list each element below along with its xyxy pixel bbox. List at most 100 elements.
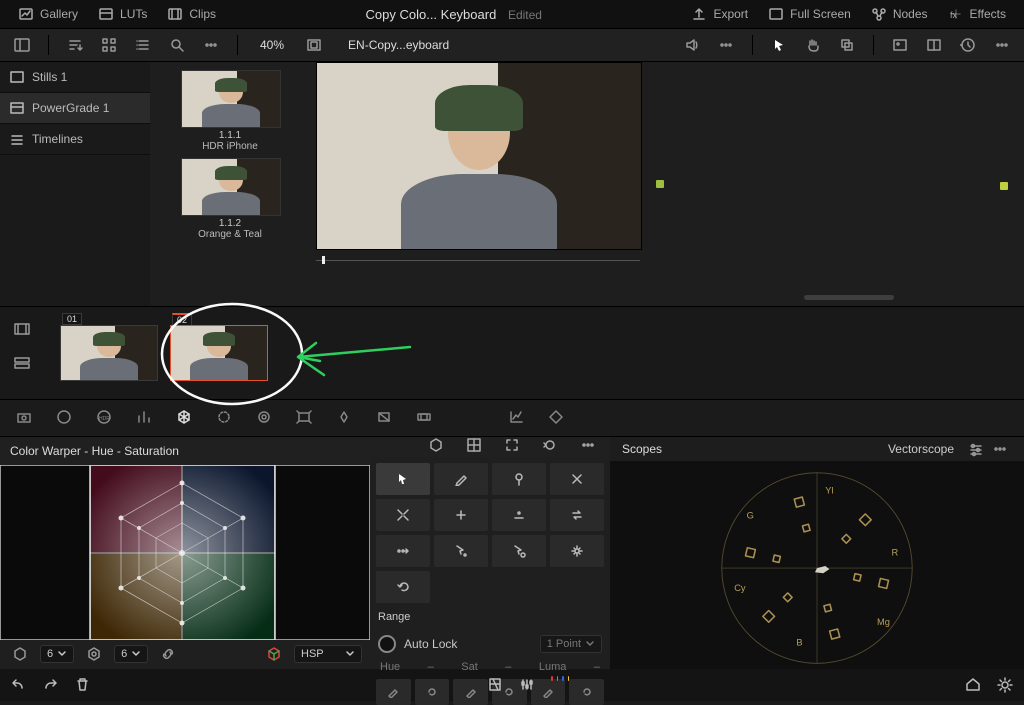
loop-button[interactable]	[540, 270, 558, 288]
more-button-3[interactable]	[990, 33, 1014, 57]
effects-button[interactable]: fx Effects	[938, 0, 1016, 28]
convert-tool[interactable]	[376, 535, 430, 567]
select-ring-tool[interactable]	[492, 535, 546, 567]
pin-tool[interactable]	[492, 463, 546, 495]
layout-toggle[interactable]	[10, 33, 34, 57]
more-button-1[interactable]	[199, 33, 223, 57]
fit-button[interactable]	[302, 33, 326, 57]
reset-sel-tool[interactable]	[376, 571, 430, 603]
pointer-tool[interactable]	[767, 33, 791, 57]
home-button[interactable]	[964, 676, 982, 694]
increase-fall-tool[interactable]	[434, 499, 488, 531]
hue-pen[interactable]	[376, 679, 411, 705]
play-button[interactable]	[476, 270, 494, 288]
scroll-thumb[interactable]	[804, 295, 894, 300]
warper-canvas[interactable]	[0, 465, 370, 639]
stop-button[interactable]	[444, 270, 462, 288]
first-frame-button[interactable]	[380, 270, 398, 288]
select-row-tool[interactable]	[434, 535, 488, 567]
timeline-clip-1[interactable]: 01	[60, 325, 158, 381]
select-tool[interactable]	[376, 463, 430, 495]
color-warper-button[interactable]	[176, 409, 194, 427]
sort-button[interactable]	[63, 33, 87, 57]
list-view-button[interactable]	[131, 33, 155, 57]
warper-grid1-select[interactable]: 6	[40, 645, 74, 663]
auto-lock-toggle[interactable]	[378, 635, 396, 653]
magic-mask-button[interactable]	[336, 409, 354, 427]
hue-reset[interactable]	[415, 679, 450, 705]
page-edit-button[interactable]	[519, 676, 537, 694]
grid-view-button[interactable]	[97, 33, 121, 57]
link-button[interactable]	[156, 642, 180, 666]
hand-tool[interactable]	[801, 33, 825, 57]
still-1[interactable]: 1.1.1 HDR iPhone	[181, 70, 279, 152]
invert-tool[interactable]	[550, 499, 604, 531]
sat-pen[interactable]	[453, 679, 488, 705]
cube-button[interactable]	[262, 642, 286, 666]
search-button[interactable]	[165, 33, 189, 57]
points-select[interactable]: 1 Point	[540, 635, 602, 653]
timeline-clip-2[interactable]: 02	[170, 325, 268, 381]
luts-tab[interactable]: LUTs	[88, 0, 157, 28]
blur-button[interactable]	[376, 409, 394, 427]
still-2[interactable]: 1.1.2 Orange & Teal	[181, 158, 279, 240]
color-wheels-button[interactable]	[56, 409, 74, 427]
select-all-tool[interactable]	[550, 535, 604, 567]
scopes-mode[interactable]: Vectorscope	[888, 442, 954, 456]
history-button[interactable]	[956, 33, 980, 57]
viewer-scrubber[interactable]	[316, 256, 640, 264]
more-button-2[interactable]	[714, 33, 738, 57]
hdr-wheels-button[interactable]: HDR	[96, 409, 114, 427]
page-color-button[interactable]	[551, 676, 569, 694]
window-button[interactable]	[256, 409, 274, 427]
scopes-button[interactable]	[508, 409, 526, 427]
vectorscope[interactable]: R Mg B Cy G Yl	[610, 461, 1024, 671]
page-cut-button[interactable]	[487, 676, 505, 694]
trash-button[interactable]	[74, 676, 92, 694]
clips-tab[interactable]: Clips	[157, 0, 226, 28]
layers-button[interactable]	[348, 270, 366, 288]
clip-mode-button[interactable]	[10, 317, 34, 341]
split-button[interactable]	[922, 33, 946, 57]
chroma-luma-mode-button[interactable]	[466, 437, 486, 457]
pull-in-tool[interactable]	[550, 463, 604, 495]
draw-tool[interactable]	[434, 463, 488, 495]
clip-name[interactable]: EN-Copy...eyboard	[336, 38, 470, 52]
reset-button[interactable]	[542, 437, 562, 457]
audio-button[interactable]	[680, 33, 704, 57]
gallery-tab[interactable]: Gallery	[8, 0, 88, 28]
tracking-button[interactable]	[296, 409, 314, 427]
sidebar-item-timelines[interactable]: Timelines	[0, 124, 150, 155]
sidebar-item-powergrade[interactable]: PowerGrade 1	[0, 93, 150, 124]
fullscreen-button[interactable]: Full Screen	[758, 0, 861, 28]
warper-grid1-button[interactable]	[8, 642, 32, 666]
track-mode-button[interactable]	[10, 351, 34, 375]
expand-button[interactable]	[504, 437, 524, 457]
zoom-level[interactable]: 40%	[252, 38, 292, 52]
sidebar-item-stills[interactable]: Stills 1	[0, 62, 150, 93]
warper-mode-select[interactable]: HSP	[294, 645, 362, 663]
warper-grid2-select[interactable]: 6	[114, 645, 148, 663]
more-button[interactable]	[580, 437, 600, 457]
qualifier-button[interactable]	[216, 409, 234, 427]
redo-button[interactable]	[42, 676, 60, 694]
scopes-more-button[interactable]	[988, 437, 1012, 461]
prev-frame-button[interactable]	[412, 270, 430, 288]
last-frame-button[interactable]	[508, 270, 526, 288]
hue-sat-mode-button[interactable]	[428, 437, 448, 457]
info-button[interactable]	[548, 409, 566, 427]
undo-button[interactable]	[10, 676, 28, 694]
warper-grid2-button[interactable]	[82, 642, 106, 666]
scopes-settings-button[interactable]	[964, 437, 988, 461]
settings-button[interactable]	[996, 676, 1014, 694]
picker-tool[interactable]	[316, 270, 334, 288]
nodes-button[interactable]: Nodes	[861, 0, 938, 28]
key-button[interactable]	[416, 409, 434, 427]
export-button[interactable]: Export	[681, 0, 758, 28]
decrease-fall-tool[interactable]	[492, 499, 546, 531]
push-out-tool[interactable]	[376, 499, 430, 531]
camera-raw-button[interactable]	[16, 409, 34, 427]
crop-tool[interactable]	[835, 33, 859, 57]
rgb-mixer-button[interactable]	[136, 409, 154, 427]
image-wipe-button[interactable]	[888, 33, 912, 57]
